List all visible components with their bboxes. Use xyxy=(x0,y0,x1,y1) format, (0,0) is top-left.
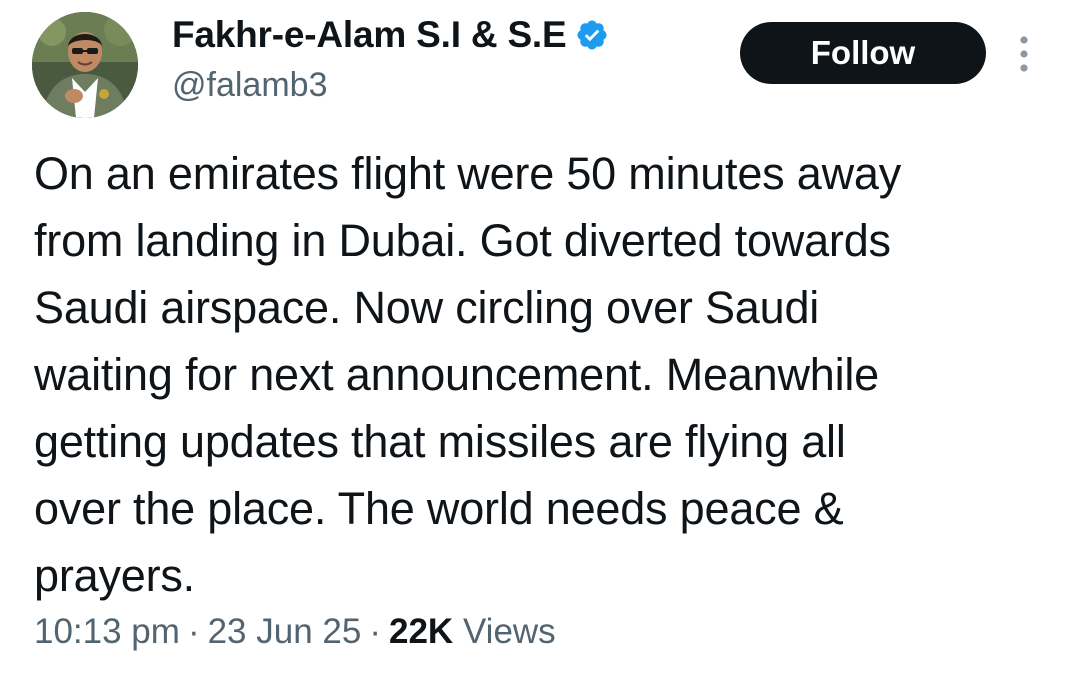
follow-button[interactable]: Follow xyxy=(740,22,986,84)
display-name-row: Fakhr-e-Alam S.I & S.E xyxy=(172,14,609,56)
views-count[interactable]: 22K xyxy=(389,612,453,651)
tweet-time[interactable]: 10:13 pm xyxy=(34,612,180,651)
vertical-ellipsis-icon[interactable] xyxy=(1016,34,1032,74)
verified-badge-icon xyxy=(575,18,609,52)
tweet-text-line: waiting for next announcement. Meanwhile xyxy=(34,349,880,400)
user-handle[interactable]: @falamb3 xyxy=(172,66,327,105)
display-name[interactable]: Fakhr-e-Alam S.I & S.E xyxy=(172,14,567,56)
meta-separator: · xyxy=(187,612,200,651)
tweet-card: Fakhr-e-Alam S.I & S.E @falamb3 Follow O… xyxy=(0,0,1080,692)
tweet-date[interactable]: 23 Jun 25 xyxy=(208,612,362,651)
meta-separator: · xyxy=(369,612,381,651)
views-label: Views xyxy=(462,612,556,651)
tweet-meta: 10:13 pm · 23 Jun 25 · 22K Views xyxy=(34,612,556,652)
tweet-text-line: from landing in Dubai. Got diverted towa… xyxy=(34,215,891,266)
avatar[interactable] xyxy=(32,12,138,118)
avatar-image xyxy=(32,12,138,118)
tweet-text-line: Saudi airspace. Now circling over Saudi xyxy=(34,282,820,333)
tweet-text: On an emirates flight were 50 minutes aw… xyxy=(34,140,1054,609)
tweet-text-line: over the place. The world needs peace & xyxy=(34,483,844,534)
tweet-text-line: On an emirates flight were 50 minutes aw… xyxy=(34,148,902,199)
tweet-text-line: getting updates that missiles are flying… xyxy=(34,416,846,467)
tweet-text-line: prayers. xyxy=(34,550,195,601)
